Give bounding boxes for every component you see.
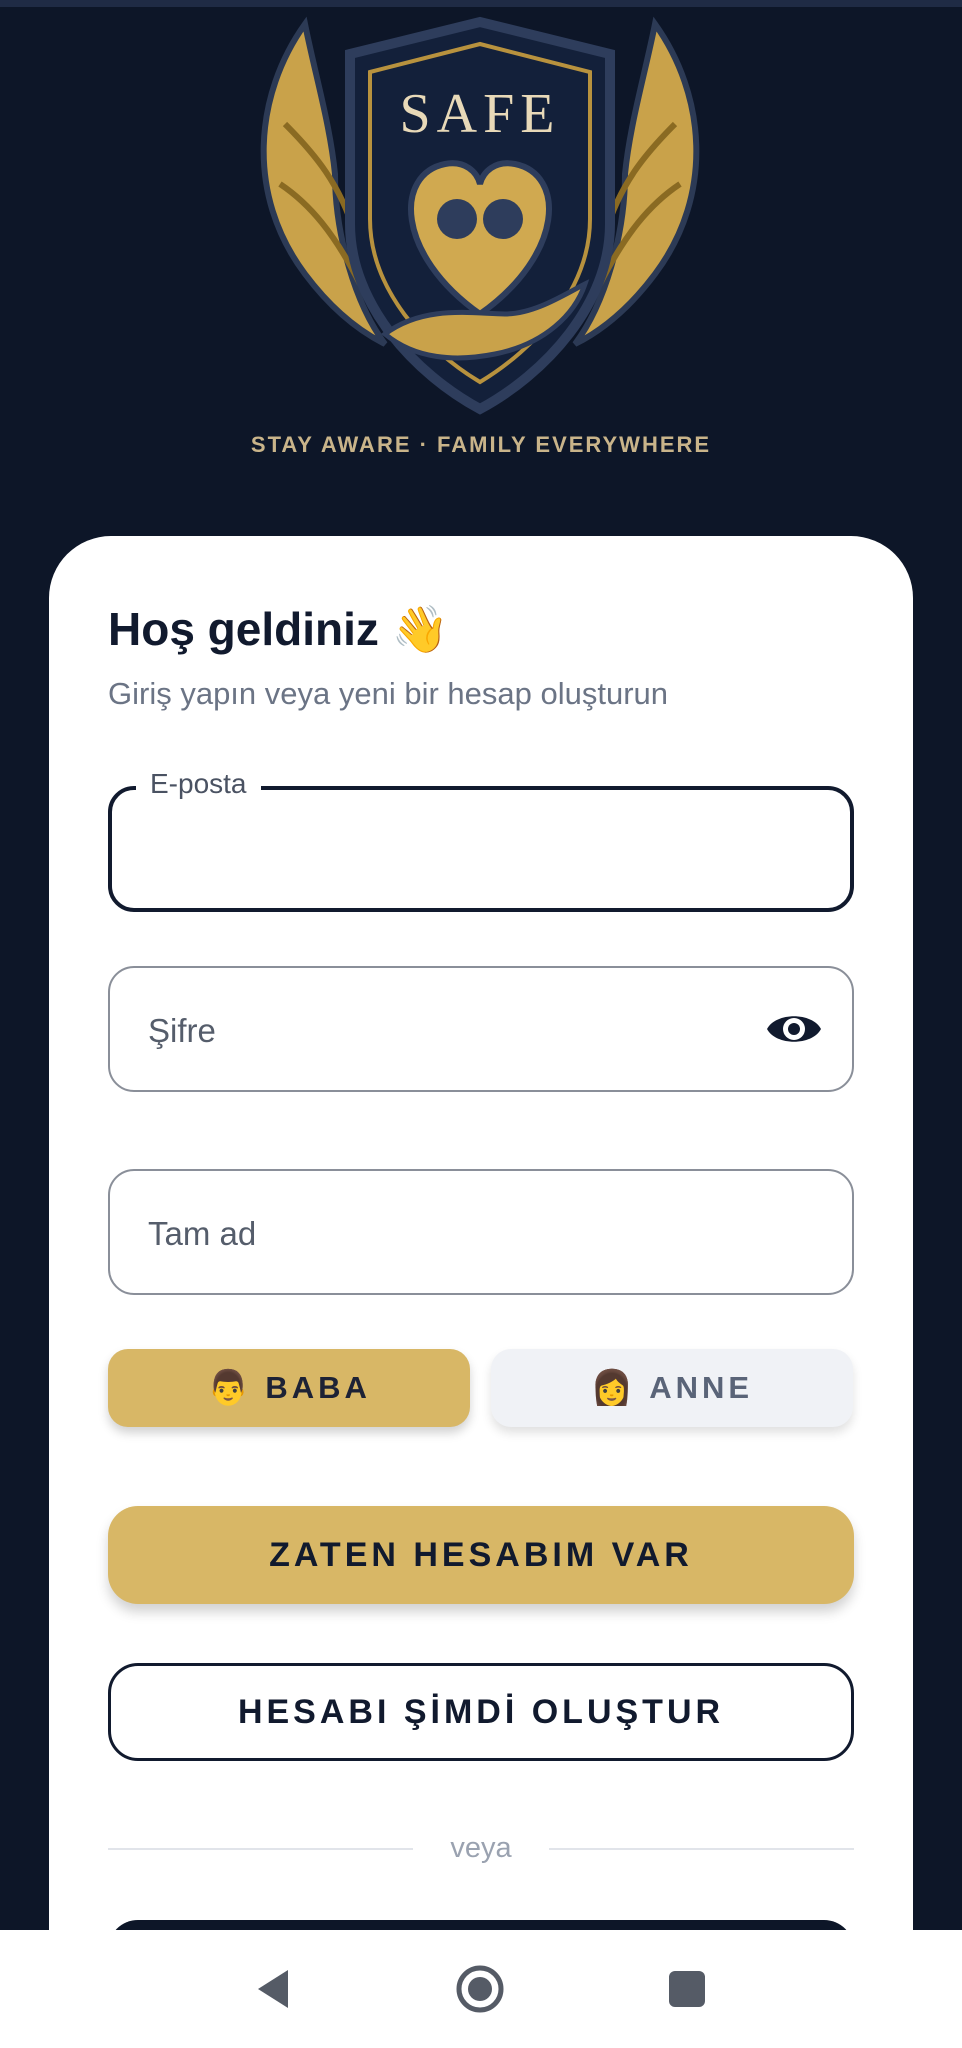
password-placeholder: Şifre xyxy=(148,1012,216,1049)
back-triangle-icon[interactable] xyxy=(250,1964,300,2014)
role-mother-label: ANNE xyxy=(649,1370,754,1405)
safe-logo: SAFE xyxy=(245,14,715,434)
home-circle-icon[interactable] xyxy=(455,1964,505,2014)
page-title: Hoş geldiniz 👋 xyxy=(108,603,449,655)
role-father-button[interactable]: 👨 BABA xyxy=(108,1349,470,1427)
role-father-label: BABA xyxy=(265,1370,371,1405)
fullname-field[interactable]: Tam ad xyxy=(108,1169,854,1295)
or-divider: veya xyxy=(108,1830,854,1870)
email-field[interactable]: E-posta xyxy=(108,768,854,912)
father-emoji-icon: 👨 xyxy=(207,1369,250,1407)
recents-square-icon[interactable] xyxy=(662,1964,712,2014)
page-subtitle: Giriş yapın veya yeni bir hesap oluşturu… xyxy=(108,676,669,711)
register-button[interactable]: HESABI ŞİMDİ OLUŞTUR xyxy=(108,1663,854,1761)
role-mother-button[interactable]: 👩 ANNE xyxy=(491,1349,853,1427)
email-label: E-posta xyxy=(136,768,261,800)
system-nav-bar xyxy=(0,1930,962,2048)
eye-icon[interactable] xyxy=(764,1004,824,1054)
fullname-placeholder: Tam ad xyxy=(148,1215,257,1252)
divider-line-right xyxy=(549,1848,854,1850)
mother-emoji-icon: 👩 xyxy=(590,1369,634,1407)
login-button[interactable]: ZATEN HESABIM VAR xyxy=(108,1506,854,1604)
tagline: STAY AWARE · FAMILY EVERYWHERE xyxy=(250,432,712,457)
password-field[interactable]: Şifre xyxy=(108,966,854,1092)
logo-text: SAFE xyxy=(400,83,561,145)
status-bar-edge xyxy=(0,0,962,7)
